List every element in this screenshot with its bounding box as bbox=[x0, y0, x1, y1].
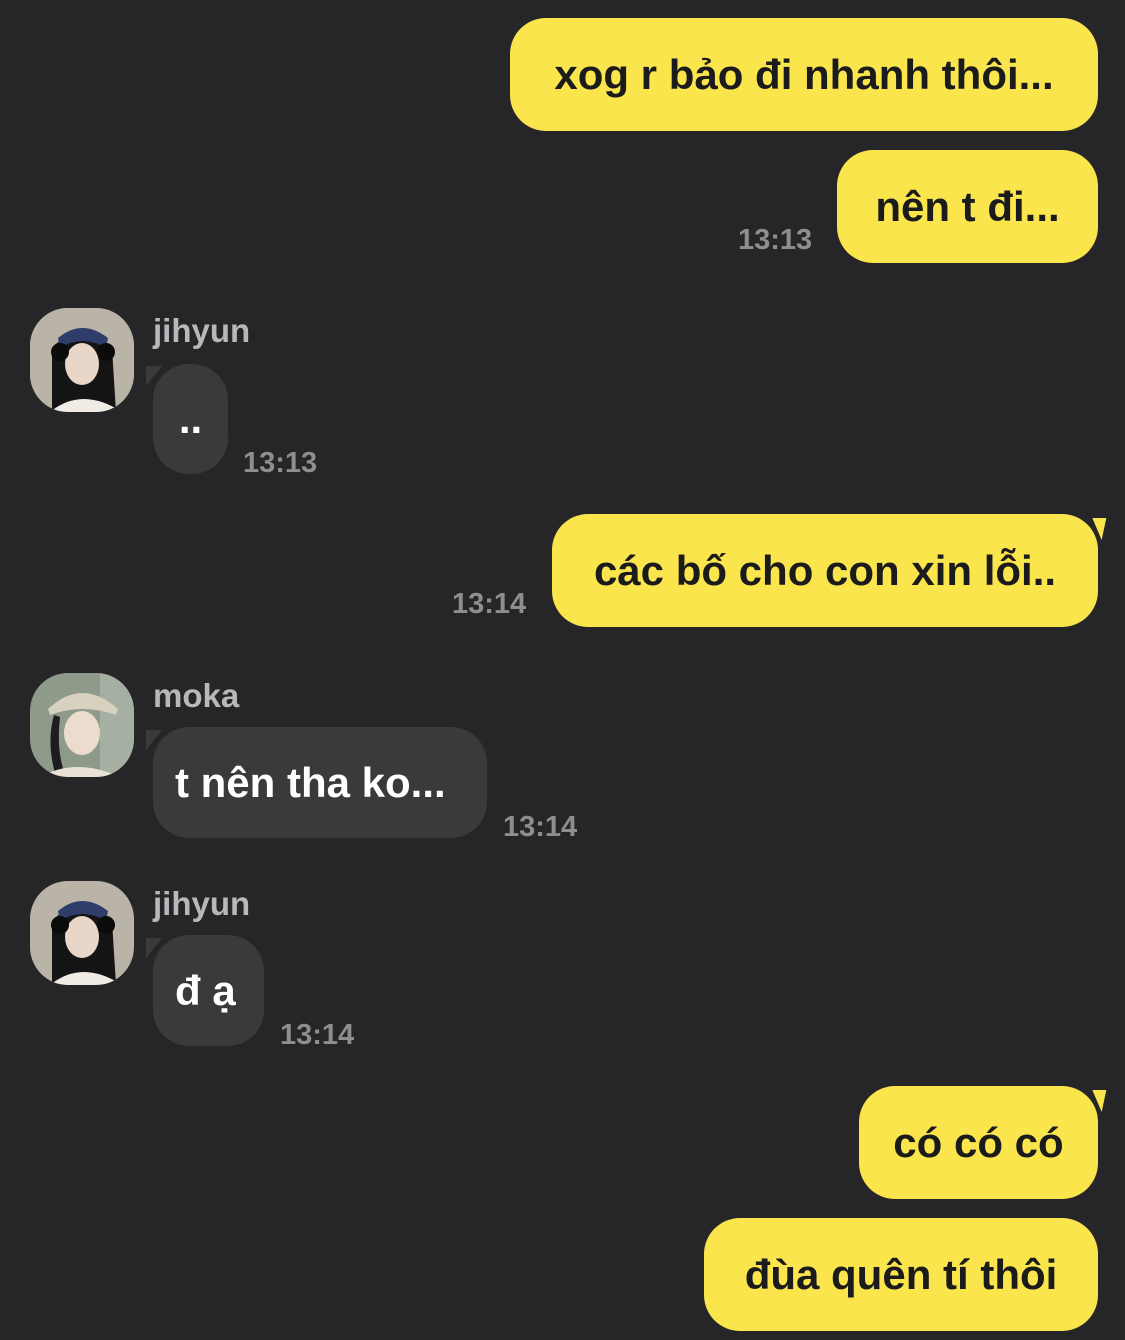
message-time: 13:14 bbox=[452, 588, 527, 620]
message-time: 13:13 bbox=[738, 224, 813, 256]
incoming-message[interactable]: đ ạ bbox=[153, 935, 264, 1046]
incoming-message[interactable]: t nên tha ko... bbox=[153, 727, 487, 838]
message-text: xog r bảo đi nhanh thôi... bbox=[554, 50, 1054, 98]
message-text: đ ạ bbox=[175, 966, 236, 1014]
message-text: các bố cho con xin lỗi.. bbox=[593, 546, 1057, 594]
incoming-message[interactable]: .. bbox=[153, 364, 228, 474]
avatar-jihyun[interactable] bbox=[30, 881, 134, 985]
message-text: nên t đi... bbox=[875, 182, 1060, 230]
outgoing-message[interactable]: có có có bbox=[859, 1086, 1098, 1199]
message-time: 13:14 bbox=[280, 1019, 355, 1051]
message-text: có có có bbox=[893, 1118, 1064, 1166]
message-text: đùa quên tí thôi bbox=[744, 1250, 1058, 1298]
sender-name: jihyun bbox=[153, 885, 251, 922]
message-text: t nên tha ko... bbox=[175, 758, 446, 806]
outgoing-message[interactable]: nên t đi... bbox=[837, 150, 1098, 263]
outgoing-message[interactable]: đùa quên tí thôi bbox=[704, 1218, 1098, 1331]
avatar-moka[interactable] bbox=[30, 673, 134, 777]
message-time: 13:13 bbox=[243, 447, 318, 479]
message-time: 13:14 bbox=[503, 811, 578, 843]
chat-thread: xog r bảo đi nhanh thôi... 13:13 nên t đ… bbox=[0, 0, 1125, 1340]
avatar-jihyun[interactable] bbox=[30, 308, 134, 412]
outgoing-message[interactable]: các bố cho con xin lỗi.. bbox=[552, 514, 1098, 627]
outgoing-message[interactable]: xog r bảo đi nhanh thôi... bbox=[510, 18, 1098, 131]
sender-name: jihyun bbox=[153, 312, 251, 349]
message-text: .. bbox=[178, 395, 203, 442]
sender-name: moka bbox=[153, 677, 240, 714]
